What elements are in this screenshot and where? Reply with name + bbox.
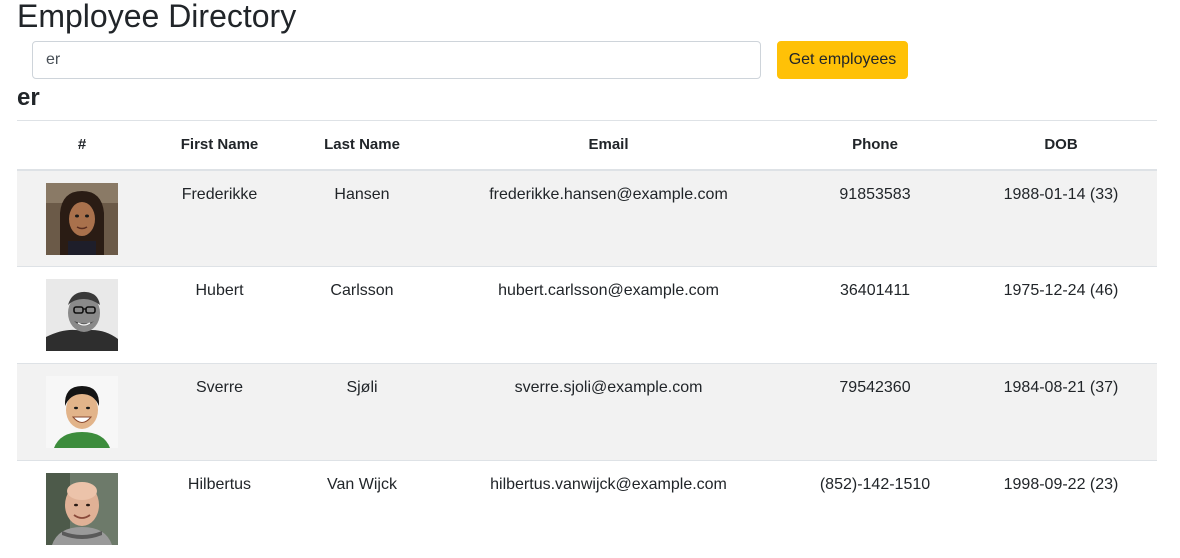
email-cell: frederikke.hansen@example.com <box>432 169 785 267</box>
email-cell: sverre.sjoli@example.com <box>432 363 785 461</box>
last-name-cell: Carlsson <box>292 266 432 364</box>
avatar-man-glasses-bw <box>46 279 118 351</box>
column-header-phone[interactable]: Phone <box>785 120 965 171</box>
phone-cell: (852)-142-1510 <box>785 460 965 558</box>
dob-cell: 1975-12-24 (46) <box>965 266 1157 364</box>
get-employees-button[interactable]: Get employees <box>777 41 908 79</box>
search-query-heading: er <box>17 84 40 111</box>
first-name-cell: Frederikke <box>147 169 292 267</box>
email-cell: hubert.carlsson@example.com <box>432 266 785 364</box>
photo-cell <box>17 460 147 558</box>
avatar-bald-man-scarf <box>46 473 118 545</box>
email-cell: hilbertus.vanwijck@example.com <box>432 460 785 558</box>
last-name-cell: Van Wijck <box>292 460 432 558</box>
first-name-cell: Hilbertus <box>147 460 292 558</box>
dob-cell: 1988-01-14 (33) <box>965 169 1157 267</box>
dob-cell: 1984-08-21 (37) <box>965 363 1157 461</box>
table-row: Frederikke Hansen frederikke.hansen@exam… <box>17 169 1157 267</box>
phone-cell: 36401411 <box>785 266 965 364</box>
photo-cell <box>17 169 147 267</box>
column-header-first-name[interactable]: First Name <box>147 120 292 171</box>
column-header-dob[interactable]: DOB <box>965 120 1157 171</box>
table-header-row: # First Name Last Name Email Phone DOB <box>17 120 1157 171</box>
phone-cell: 91853583 <box>785 169 965 267</box>
avatar-woman-long-dark-hair <box>46 182 118 255</box>
column-header-last-name[interactable]: Last Name <box>292 120 432 171</box>
dob-cell: 1998-09-22 (23) <box>965 460 1157 558</box>
first-name-cell: Hubert <box>147 266 292 364</box>
photo-cell <box>17 363 147 461</box>
photo-cell <box>17 266 147 364</box>
first-name-cell: Sverre <box>147 363 292 461</box>
table-row: Hilbertus Van Wijck hilbertus.vanwijck@e… <box>17 460 1157 558</box>
table-row: Sverre Sjøli sverre.sjoli@example.com 79… <box>17 363 1157 461</box>
page-title: Employee Directory <box>17 0 297 34</box>
last-name-cell: Hansen <box>292 169 432 267</box>
avatar-man-smiling <box>46 376 118 448</box>
column-header-email[interactable]: Email <box>432 120 785 171</box>
table-row: Hubert Carlsson hubert.carlsson@example.… <box>17 266 1157 364</box>
column-header-number[interactable]: # <box>17 120 147 171</box>
last-name-cell: Sjøli <box>292 363 432 461</box>
phone-cell: 79542360 <box>785 363 965 461</box>
employee-table: # First Name Last Name Email Phone DOB F… <box>17 120 1157 558</box>
search-input[interactable] <box>32 41 761 79</box>
